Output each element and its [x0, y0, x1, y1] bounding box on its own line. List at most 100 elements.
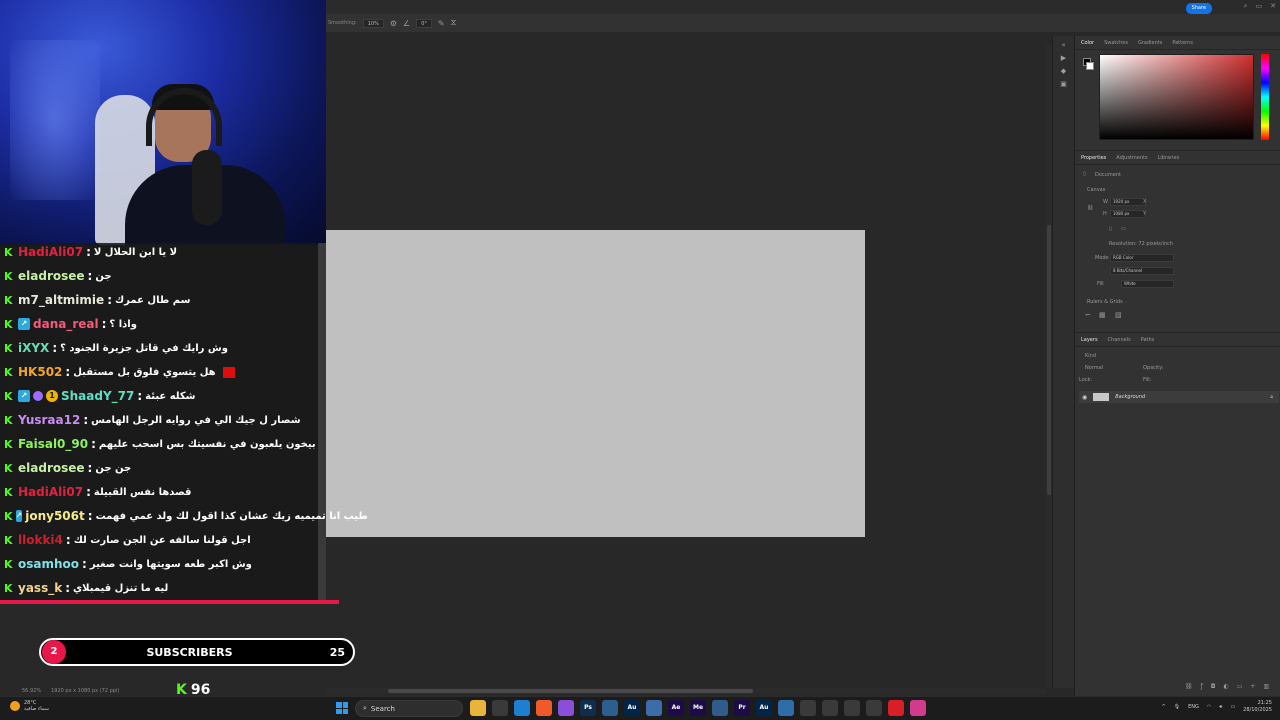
link-icon[interactable]: ⛓ — [1087, 205, 1093, 211]
gear-icon[interactable]: ⚙ — [390, 19, 397, 28]
tab-libraries[interactable]: Libraries — [1158, 155, 1180, 161]
taskbar-app-app-window[interactable] — [646, 700, 662, 716]
fx-icon[interactable]: ƒ — [1201, 683, 1203, 690]
subs-current: 2 — [42, 640, 66, 664]
clock-time: 21:25 — [1257, 700, 1272, 706]
microphone-icon[interactable]: 🎙︎ — [1174, 704, 1180, 710]
tab-adjustments[interactable]: Adjustments — [1116, 155, 1147, 161]
tab-color[interactable]: Color — [1081, 40, 1094, 46]
mask-icon[interactable]: ◘ — [1211, 683, 1216, 690]
layer-name[interactable]: Background — [1115, 394, 1145, 400]
taskbar-app-audition[interactable]: Au — [624, 700, 640, 716]
folder-icon[interactable]: ▭ — [1237, 683, 1243, 690]
fill-select[interactable]: White — [1121, 280, 1174, 288]
rulers-grids-label[interactable]: Rulers & Grids — [1087, 299, 1123, 305]
hue-slider[interactable] — [1261, 54, 1269, 140]
close-icon[interactable]: ✕ — [1270, 2, 1276, 11]
link-layers-icon[interactable]: ⛓ — [1185, 683, 1193, 690]
taskbar-app-visual-studio[interactable] — [558, 700, 574, 716]
canvas-section-label[interactable]: Canvas — [1087, 187, 1105, 193]
taskbar-app-store[interactable] — [492, 700, 508, 716]
ruler-icon[interactable]: ⌐ — [1085, 311, 1091, 319]
taskbar-app-premiere[interactable]: Pr — [734, 700, 750, 716]
taskbar-search[interactable]: ⌕ Search — [355, 700, 463, 717]
zoom-level[interactable]: 56.92% — [22, 688, 41, 694]
taskbar-app-media-encoder[interactable]: Me — [690, 700, 706, 716]
landscape-icon[interactable]: ▭ — [1121, 226, 1126, 232]
document-canvas[interactable] — [326, 230, 865, 537]
volume-icon[interactable]: 🔊︎ — [1219, 704, 1222, 710]
search-icon[interactable]: ⌕ — [1244, 2, 1248, 11]
smoothing-field[interactable]: 10% — [362, 18, 384, 28]
taskbar-app-app-star[interactable] — [602, 700, 618, 716]
color-picker-field[interactable] — [1099, 54, 1254, 140]
kick-badge-icon: K — [4, 365, 13, 379]
chat-text: جن جن — [95, 462, 132, 474]
chat-separator: : — [86, 485, 91, 499]
brush-settings-icon[interactable]: ◆ — [1053, 67, 1074, 75]
mode-select[interactable]: RGB Color — [1110, 254, 1174, 262]
tab-paths[interactable]: Paths — [1141, 337, 1155, 343]
battery-icon[interactable]: ▭ — [1230, 704, 1235, 710]
windows-start-icon[interactable] — [336, 702, 348, 714]
taskbar-app-app-box[interactable] — [712, 700, 728, 716]
layer-filter-kind[interactable]: Kind — [1085, 353, 1096, 359]
chat-username: jony506t — [25, 509, 85, 523]
chat-message: KiXYX : وش رايك في قاتل جزيرة الجنود ؟ — [0, 336, 330, 360]
tab-swatches[interactable]: Swatches — [1104, 40, 1128, 46]
taskbar-app-app-chat[interactable] — [910, 700, 926, 716]
layer-row[interactable]: ◉ Background 🔒︎ — [1079, 391, 1279, 403]
guides-icon[interactable]: ▧ — [1115, 311, 1122, 319]
chat-text: طيب انا تميميه زيك عشان كذا اقول لك ولد … — [95, 510, 368, 522]
blend-mode-select[interactable]: Normal — [1085, 365, 1103, 371]
weather-widget[interactable]: 28°C سماء صافية — [10, 700, 49, 712]
share-button[interactable]: Share — [1185, 3, 1212, 14]
taskbar-app-audition-2[interactable]: Au — [756, 700, 772, 716]
scroll-thumb[interactable] — [1047, 225, 1051, 495]
portrait-icon[interactable]: ▯ — [1109, 226, 1112, 232]
taskbar-app-app-cube[interactable] — [822, 700, 838, 716]
weather-desc: سماء صافية — [24, 706, 49, 712]
taskbar-app-app-mail[interactable] — [844, 700, 860, 716]
tab-properties[interactable]: Properties — [1081, 155, 1106, 161]
taskbar-app-app-code[interactable] — [800, 700, 816, 716]
kick-badge-icon: K — [4, 269, 13, 283]
taskbar-app-after-effects[interactable]: Ae — [668, 700, 684, 716]
taskbar-app-brave[interactable] — [536, 700, 552, 716]
tab-gradients[interactable]: Gradients — [1138, 40, 1162, 46]
adjust-icon[interactable]: ▣ — [1053, 80, 1074, 88]
workspace-icon[interactable]: ▭ — [1256, 2, 1263, 11]
eye-icon[interactable]: ◉ — [1082, 394, 1087, 401]
height-field[interactable]: 1080 px — [1110, 210, 1146, 218]
taskbar-app-app-gear[interactable] — [866, 700, 882, 716]
chat-text: شصار ل جيك الي في روايه الرجل الهامس — [91, 414, 301, 426]
taskbar-app-photoshop[interactable]: Ps — [580, 700, 596, 716]
tab-patterns[interactable]: Patterns — [1172, 40, 1193, 46]
background-swatch[interactable] — [1086, 62, 1094, 70]
wifi-icon[interactable]: ◠ — [1207, 704, 1211, 710]
taskbar-app-file-explorer[interactable] — [470, 700, 486, 716]
chat-username: Yusraa12 — [18, 413, 81, 427]
tab-channels[interactable]: Channels — [1108, 337, 1131, 343]
pressure-icon[interactable]: ✎ — [438, 19, 445, 28]
chat-message: Km7_altmimie : سم طال عمرك — [0, 288, 330, 312]
collapse-icon[interactable]: « — [1053, 41, 1074, 49]
language-indicator[interactable]: ENG — [1188, 704, 1199, 710]
bits-select[interactable]: 8 Bits/Channel — [1110, 267, 1174, 275]
adjustment-layer-icon[interactable]: ◐ — [1224, 683, 1229, 690]
width-field[interactable]: 1920 px — [1110, 198, 1146, 206]
angle-field[interactable]: 0° — [416, 18, 432, 28]
taskbar-app-app-drop[interactable] — [778, 700, 794, 716]
tab-layers[interactable]: Layers — [1081, 337, 1098, 343]
grid-icon[interactable]: ▦ — [1099, 311, 1106, 319]
taskbar-app-vscode[interactable] — [514, 700, 530, 716]
play-icon[interactable]: ▶ — [1053, 54, 1074, 62]
trash-icon[interactable]: ▥ — [1263, 683, 1269, 690]
symmetry-icon[interactable]: ⧖ — [451, 18, 457, 28]
document-icon: ▯ — [1083, 171, 1086, 177]
clock[interactable]: 21:25 28/10/2025 — [1243, 700, 1272, 714]
chevron-up-icon[interactable]: ^ — [1162, 704, 1166, 710]
new-layer-icon[interactable]: + — [1250, 683, 1255, 690]
smoothing-label: Smoothing: — [328, 20, 357, 26]
taskbar-app-opera[interactable] — [888, 700, 904, 716]
